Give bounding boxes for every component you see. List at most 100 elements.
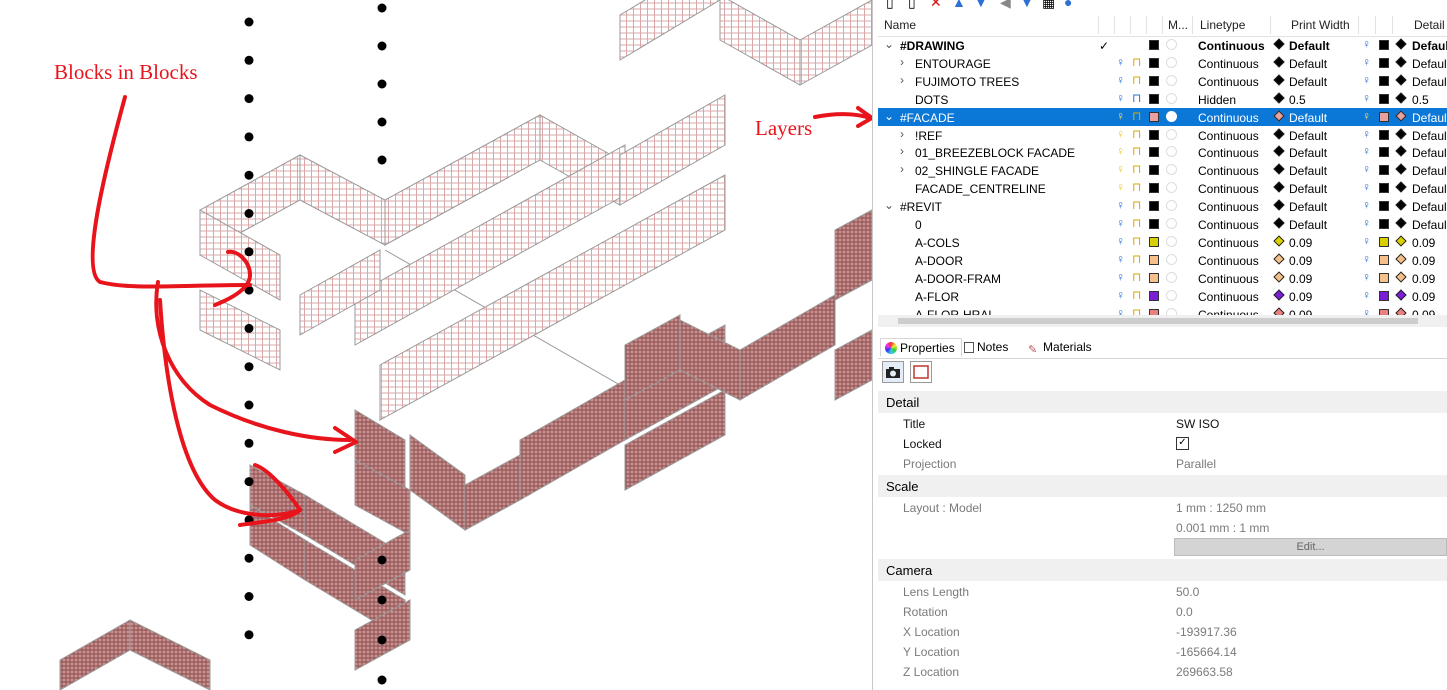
chevron-right-icon[interactable]: ›	[900, 144, 904, 158]
detail-color-swatch[interactable]	[1379, 93, 1389, 104]
section-scale[interactable]: Scale	[878, 475, 1447, 497]
lightbulb-icon[interactable]: ♀	[1116, 216, 1125, 230]
layer-print-width[interactable]: Default	[1289, 75, 1327, 89]
detail-lightbulb-icon[interactable]: ♀	[1362, 270, 1371, 284]
scroll-thumb[interactable]	[898, 318, 1418, 324]
layer-linetype[interactable]: Continuous	[1198, 75, 1259, 89]
layer-color-swatch[interactable]	[1149, 165, 1159, 176]
lock-open-icon[interactable]: ⊓	[1132, 162, 1141, 176]
layer-name[interactable]: 01_BREEZEBLOCK FACADE	[915, 146, 1075, 160]
layer-name[interactable]: A-FLOR	[915, 290, 959, 304]
section-detail[interactable]: Detail	[878, 391, 1447, 413]
detail-color-swatch[interactable]	[1379, 40, 1389, 50]
layers-horizontal-scrollbar[interactable]	[878, 315, 1447, 327]
new-layer-icon[interactable]: ▯	[886, 0, 894, 10]
material-icon[interactable]	[1166, 39, 1177, 50]
layer-name[interactable]: !REF	[915, 129, 942, 143]
title-field[interactable]: SW ISO	[1176, 417, 1219, 431]
layer-color-swatch[interactable]	[1149, 201, 1159, 212]
material-icon[interactable]	[1166, 235, 1177, 247]
layer-linetype[interactable]: Continuous	[1198, 290, 1259, 304]
detail-lightbulb-icon[interactable]: ♀	[1362, 288, 1371, 302]
layer-detail-width[interactable]: Default	[1412, 75, 1447, 89]
detail-lightbulb-icon[interactable]: ♀	[1362, 55, 1371, 69]
layer-name[interactable]: 0	[915, 218, 922, 232]
material-icon[interactable]	[1166, 271, 1177, 283]
layer-print-width[interactable]: 0.09	[1289, 290, 1312, 304]
detail-frame-icon[interactable]	[910, 361, 932, 383]
layer-linetype[interactable]: Continuous	[1198, 272, 1259, 286]
lightbulb-icon[interactable]: ♀	[1116, 252, 1125, 266]
col-name[interactable]: Name	[884, 18, 916, 32]
lightbulb-icon[interactable]: ♀	[1116, 109, 1125, 123]
lightbulb-icon[interactable]: ♀	[1116, 55, 1125, 69]
layer-color-swatch[interactable]	[1149, 40, 1159, 50]
layer-print-width[interactable]: Default	[1289, 39, 1330, 53]
layer-row[interactable]: › 01_BREEZEBLOCK FACADE ♀ ⊓ Continuous Defaul…	[878, 143, 1447, 161]
detail-lightbulb-icon[interactable]: ♀	[1362, 162, 1371, 176]
camera-icon[interactable]	[882, 361, 904, 383]
lightbulb-icon[interactable]: ♀	[1116, 198, 1125, 212]
detail-lightbulb-icon[interactable]: ♀	[1362, 127, 1371, 141]
detail-color-swatch[interactable]	[1379, 201, 1389, 212]
tools-icon[interactable]: ▦	[1042, 0, 1055, 10]
layer-color-swatch[interactable]	[1149, 111, 1159, 122]
layer-row[interactable]: › ENTOURAGE ♀ ⊓ Continuous Default ♀ Default	[878, 54, 1447, 72]
detail-color-swatch[interactable]	[1379, 272, 1389, 283]
edit-scale-button[interactable]: Edit...	[1174, 538, 1447, 556]
layer-name[interactable]: DOTS	[915, 93, 948, 107]
layer-detail-width[interactable]: Default	[1412, 200, 1447, 214]
layer-row[interactable]: FACADE_CENTRELINE ♀ ⊓ Continuous Default ♀ Def…	[878, 179, 1447, 197]
locked-checkbox[interactable]: ✓	[1176, 437, 1189, 450]
layer-detail-width[interactable]: Default	[1412, 111, 1447, 125]
lightbulb-icon[interactable]: ♀	[1116, 144, 1125, 158]
lock-open-icon[interactable]: ⊓	[1132, 144, 1141, 158]
layer-row[interactable]: A-DOOR-FRAM ♀ ⊓ Continuous 0.09 ♀ 0.09	[878, 269, 1447, 287]
lock-open-icon[interactable]: ⊓	[1132, 109, 1141, 123]
detail-color-swatch[interactable]	[1379, 165, 1389, 176]
col-print-width[interactable]: Print Width	[1291, 18, 1350, 32]
layer-print-width[interactable]: Default	[1289, 57, 1327, 71]
layer-name[interactable]: ENTOURAGE	[915, 57, 991, 71]
layer-color-swatch[interactable]	[1149, 57, 1159, 68]
layer-name[interactable]: A-COLS	[915, 236, 960, 250]
layer-detail-width[interactable]: 0.09	[1412, 290, 1435, 304]
lock-open-icon[interactable]: ⊓	[1132, 55, 1141, 69]
model-viewport[interactable]: Blocks in Blocks Layers	[0, 0, 873, 690]
tab-notes[interactable]: Notes	[960, 338, 1014, 357]
chevron-right-icon[interactable]: ›	[900, 55, 904, 69]
layer-print-width[interactable]: Default	[1289, 200, 1327, 214]
layer-detail-width[interactable]: Default	[1412, 39, 1447, 53]
layer-row[interactable]: ⌄ #DRAWING ✓ Continuous Default ♀ Default	[878, 36, 1447, 54]
layer-row[interactable]: › FUJIMOTO TREES ♀ ⊓ Continuous Default ♀ Defau…	[878, 72, 1447, 90]
detail-lightbulb-icon[interactable]: ♀	[1362, 180, 1371, 194]
layer-detail-width[interactable]: Default	[1412, 146, 1447, 160]
section-camera[interactable]: Camera	[878, 559, 1447, 581]
material-icon[interactable]	[1166, 200, 1177, 212]
chevron-down-icon[interactable]: ⌄	[884, 37, 894, 51]
material-icon[interactable]	[1166, 74, 1177, 86]
material-icon[interactable]	[1166, 56, 1177, 68]
lock-open-icon[interactable]: ⊓	[1132, 73, 1141, 87]
layer-linetype[interactable]: Continuous	[1198, 200, 1259, 214]
lightbulb-icon[interactable]: ♀	[1116, 162, 1125, 176]
delete-icon[interactable]: ✕	[930, 0, 942, 10]
detail-lightbulb-icon[interactable]: ♀	[1362, 109, 1371, 123]
chevron-right-icon[interactable]: ›	[900, 127, 904, 141]
material-icon[interactable]	[1166, 164, 1177, 176]
material-icon[interactable]	[1166, 146, 1177, 158]
material-icon[interactable]	[1166, 289, 1177, 301]
chevron-down-icon[interactable]: ⌄	[884, 198, 894, 212]
layer-linetype[interactable]: Continuous	[1198, 146, 1259, 160]
detail-lightbulb-icon[interactable]: ♀	[1362, 198, 1371, 212]
current-layer-check[interactable]: ✓	[1099, 39, 1109, 53]
layer-name[interactable]: #DRAWING	[900, 39, 965, 53]
detail-lightbulb-icon[interactable]: ♀	[1362, 91, 1371, 105]
layer-detail-width[interactable]: 0.09	[1412, 254, 1435, 268]
layer-color-swatch[interactable]	[1149, 129, 1159, 140]
detail-color-swatch[interactable]	[1379, 254, 1389, 265]
layer-print-width[interactable]: Default	[1289, 146, 1327, 160]
layer-row[interactable]: A-DOOR ♀ ⊓ Continuous 0.09 ♀ 0.09	[878, 251, 1447, 269]
chevron-right-icon[interactable]: ›	[900, 73, 904, 87]
layer-row[interactable]: › !REF ♀ ⊓ Continuous Default ♀ Default	[878, 126, 1447, 144]
